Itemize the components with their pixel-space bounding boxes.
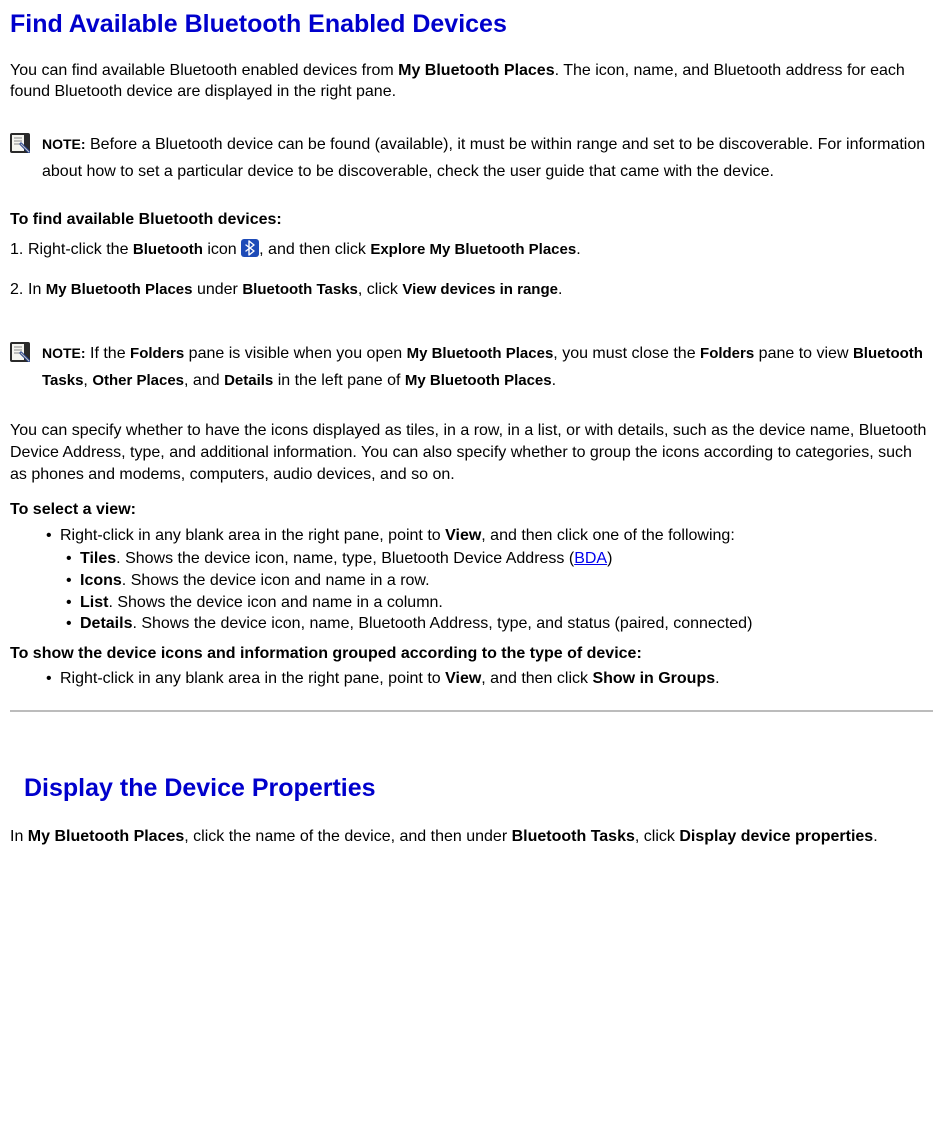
text: . Shows the device icon and name in a ro… bbox=[122, 572, 430, 589]
ui-term: Bluetooth Tasks bbox=[242, 281, 358, 298]
bluetooth-tray-icon bbox=[241, 239, 259, 257]
text: , bbox=[83, 372, 92, 389]
text: If the bbox=[86, 345, 130, 362]
list-item: • List. Shows the device icon and name i… bbox=[66, 592, 443, 614]
bullet-marker: • bbox=[46, 525, 60, 547]
step-2: 2. In My Bluetooth Places under Bluetoot… bbox=[10, 279, 562, 301]
step-1: 1. Right-click the Bluetooth icon , and … bbox=[10, 239, 581, 261]
text: Right-click in any blank area in the rig… bbox=[60, 670, 445, 687]
note-icon bbox=[10, 140, 30, 157]
text: In bbox=[28, 281, 46, 298]
text: , and then click bbox=[481, 670, 592, 687]
view-name: List bbox=[80, 594, 108, 611]
ui-term: Show in Groups bbox=[592, 670, 715, 687]
text: . bbox=[576, 241, 580, 258]
list-marker: 1. bbox=[10, 239, 28, 261]
views-paragraph: You can specify whether to have the icon… bbox=[10, 420, 933, 485]
text: , and bbox=[184, 372, 224, 389]
text: , and then click bbox=[259, 241, 370, 258]
bullet-marker: • bbox=[66, 592, 80, 614]
ui-term: Bluetooth bbox=[133, 241, 203, 258]
list-item: • Right-click in any blank area in the r… bbox=[46, 525, 735, 547]
display-properties-paragraph: In My Bluetooth Places, click the name o… bbox=[10, 826, 933, 848]
ui-term: Details bbox=[224, 372, 273, 389]
text-bold: My Bluetooth Places bbox=[398, 62, 554, 79]
bullet-marker: • bbox=[66, 548, 80, 570]
list-marker: 2. bbox=[10, 279, 28, 301]
bullet-marker: • bbox=[66, 613, 80, 635]
view-name: Tiles bbox=[80, 550, 116, 567]
text: , and then click one of the following: bbox=[481, 527, 735, 544]
note-icon bbox=[10, 349, 30, 366]
text: Right-click the bbox=[28, 241, 133, 258]
text: . Shows the device icon and name in a co… bbox=[108, 594, 442, 611]
view-name: Details bbox=[80, 615, 132, 632]
list-item: • Tiles. Shows the device icon, name, ty… bbox=[66, 548, 612, 570]
bullet-marker: • bbox=[66, 570, 80, 592]
text: under bbox=[193, 281, 243, 298]
section-divider bbox=[10, 710, 933, 712]
text: In bbox=[10, 828, 28, 845]
note-text: Before a Bluetooth device can be found (… bbox=[42, 136, 925, 180]
ui-term: My Bluetooth Places bbox=[28, 828, 184, 845]
text: in the left pane of bbox=[273, 372, 405, 389]
text: . bbox=[558, 281, 562, 298]
bullet-marker: • bbox=[46, 668, 60, 690]
ordered-steps: 1. Right-click the Bluetooth icon , and … bbox=[10, 239, 933, 300]
text: . Shows the device icon, name, Bluetooth… bbox=[132, 615, 752, 632]
subhead-select-view: To select a view: bbox=[10, 499, 933, 521]
text: You can find available Bluetooth enabled… bbox=[10, 62, 398, 79]
list-item: • Right-click in any blank area in the r… bbox=[46, 668, 720, 690]
text: , click the name of the device, and then… bbox=[184, 828, 511, 845]
ui-term: My Bluetooth Places bbox=[46, 281, 193, 298]
ui-term: Folders bbox=[700, 345, 754, 362]
text: . bbox=[715, 670, 719, 687]
heading-find-devices: Find Available Bluetooth Enabled Devices bbox=[10, 8, 933, 42]
view-name: Icons bbox=[80, 572, 122, 589]
ui-term: Explore My Bluetooth Places bbox=[370, 241, 576, 258]
text: ) bbox=[607, 550, 612, 567]
subhead-find-devices: To find available Bluetooth devices: bbox=[10, 209, 933, 231]
bda-link[interactable]: BDA bbox=[574, 550, 607, 567]
subhead-group-by-type: To show the device icons and information… bbox=[10, 643, 933, 665]
ui-term: View bbox=[445, 670, 481, 687]
text: icon bbox=[203, 241, 241, 258]
text: . bbox=[873, 828, 877, 845]
ui-term: View bbox=[445, 527, 481, 544]
text: pane is visible when you open bbox=[184, 345, 406, 362]
note-block-1: NOTE: Before a Bluetooth device can be f… bbox=[10, 131, 933, 185]
text: , click bbox=[635, 828, 679, 845]
intro-paragraph: You can find available Bluetooth enabled… bbox=[10, 60, 933, 103]
note-block-2: NOTE: If the Folders pane is visible whe… bbox=[10, 340, 933, 394]
list-item: • Icons. Shows the device icon and name … bbox=[66, 570, 430, 592]
heading-display-properties: Display the Device Properties bbox=[24, 772, 933, 806]
note-label: NOTE: bbox=[42, 345, 86, 361]
ui-term: Other Places bbox=[92, 372, 184, 389]
text: Right-click in any blank area in the rig… bbox=[60, 527, 445, 544]
text: pane to view bbox=[754, 345, 853, 362]
ui-term: Bluetooth Tasks bbox=[512, 828, 635, 845]
list-item: • Details. Shows the device icon, name, … bbox=[66, 613, 752, 635]
ui-term: Folders bbox=[130, 345, 184, 362]
ui-term: My Bluetooth Places bbox=[407, 345, 554, 362]
text: , you must close the bbox=[553, 345, 700, 362]
text: , click bbox=[358, 281, 402, 298]
text: . Shows the device icon, name, type, Blu… bbox=[116, 550, 574, 567]
ui-term: Display device properties bbox=[679, 828, 873, 845]
text: . bbox=[552, 372, 556, 389]
ui-term: View devices in range bbox=[402, 281, 558, 298]
ui-term: My Bluetooth Places bbox=[405, 372, 552, 389]
note-label: NOTE: bbox=[42, 136, 86, 152]
